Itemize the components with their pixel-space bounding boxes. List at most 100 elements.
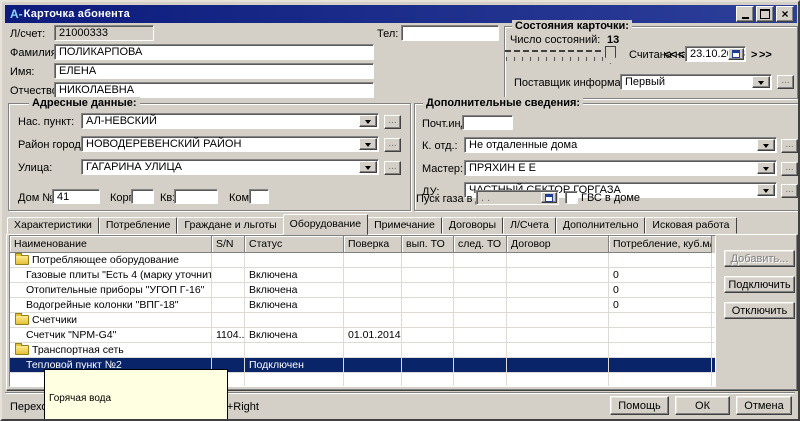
tab-9[interactable]: Исковая работа — [645, 217, 736, 234]
connect-button[interactable]: Подключить — [724, 276, 795, 293]
states-slider[interactable] — [503, 46, 616, 63]
hot-water-tooltip: Горячая вода 01.03.2008 подключен Мощнос… — [44, 369, 228, 421]
settlement-combobox[interactable]: АЛ-НЕВСКИЙ — [81, 113, 379, 129]
district-more-button[interactable]: ... — [384, 138, 401, 152]
subscriber-card-window: А- Карточка абонента Л/счет: 21000333 Фа… — [0, 0, 800, 421]
master-more-button[interactable]: ... — [781, 162, 798, 176]
column-header[interactable]: Потребление, куб.м/ч — [609, 236, 712, 253]
table-row[interactable]: Газовые плиты "Есть 4 (марку уточнить)"В… — [10, 268, 715, 283]
settlement-dropdown-button[interactable] — [359, 115, 377, 127]
street-more-button[interactable]: ... — [384, 161, 401, 175]
table-row[interactable]: Потребляющее оборудование — [10, 253, 715, 268]
house-field[interactable]: 41 — [52, 189, 100, 204]
provider-more-button[interactable]: ... — [777, 75, 794, 89]
slider-thumb[interactable] — [605, 46, 616, 64]
close-button[interactable] — [776, 6, 794, 22]
cell-name: Водогрейные колонки "ВПГ-18" — [10, 298, 212, 312]
cell — [344, 268, 402, 282]
table-row[interactable]: Отопительные приборы "УГОП Г-16"Включена… — [10, 283, 715, 298]
disconnect-button[interactable]: Отключить — [724, 302, 795, 319]
settlement-more-button[interactable]: ... — [384, 115, 401, 129]
ok-button[interactable]: ОК — [675, 396, 730, 415]
column-header[interactable]: Наименование — [10, 236, 212, 253]
gvs-checkbox[interactable] — [565, 191, 578, 204]
provider-combobox[interactable]: Первый — [620, 74, 772, 90]
cell — [344, 313, 402, 327]
master-dropdown-button[interactable] — [757, 162, 775, 174]
minimize-button[interactable] — [736, 6, 754, 22]
titlebar[interactable]: А- Карточка абонента — [5, 5, 797, 23]
kotd-combobox[interactable]: Не отдаленные дома — [464, 137, 777, 153]
kotd-more-button[interactable]: ... — [781, 139, 798, 153]
table-row[interactable]: Счетчик "NPM-G4"1104...Включена01.01.201… — [10, 328, 715, 343]
table-row[interactable]: Транспортная сеть — [10, 343, 715, 358]
corp-field[interactable] — [131, 189, 154, 204]
cell — [212, 253, 245, 267]
tab-1[interactable]: Характеристики — [7, 217, 99, 234]
cell — [402, 283, 454, 297]
tab-2[interactable]: Потребление — [99, 217, 178, 234]
column-header[interactable]: S/N — [212, 236, 245, 253]
tab-5[interactable]: Примечание — [367, 217, 442, 234]
settlement-value: АЛ-НЕВСКИЙ — [86, 115, 157, 127]
read-date-field[interactable]: 23.10.2008 — [685, 46, 746, 62]
cancel-button[interactable]: Отмена — [736, 396, 792, 415]
column-header[interactable]: Поверка — [344, 236, 402, 253]
tooltip-line1: Горячая вода — [49, 393, 223, 404]
lastname-field[interactable]: ПОЛИКАРПОВА — [54, 44, 374, 60]
cell — [344, 283, 402, 297]
district-dropdown-button[interactable] — [359, 138, 377, 150]
cell — [609, 328, 712, 342]
cell: 1104... — [212, 328, 245, 342]
cell — [245, 313, 344, 327]
account-field[interactable]: 21000333 — [54, 25, 154, 41]
add-button[interactable]: Добавить... — [724, 250, 795, 267]
tab-4[interactable]: Оборудование — [283, 214, 368, 235]
master-label: Мастер: — [422, 163, 463, 175]
maximize-button[interactable] — [756, 6, 774, 22]
du-dropdown-button[interactable] — [757, 184, 775, 196]
firstname-field[interactable]: ЕЛЕНА — [54, 63, 374, 79]
date-next-button[interactable]: > — [751, 49, 757, 61]
cell — [344, 298, 402, 312]
date-prev-button[interactable]: < — [678, 49, 684, 61]
help-button[interactable]: Помощь — [610, 396, 669, 415]
du-more-button[interactable]: ... — [781, 184, 798, 198]
cell — [212, 283, 245, 297]
slider-track[interactable] — [505, 50, 604, 52]
cell — [245, 253, 344, 267]
folder-icon — [15, 255, 29, 265]
master-combobox[interactable]: ПРЯХИН Е Е — [464, 160, 777, 176]
phone-label: Тел: — [377, 28, 398, 40]
tab-7[interactable]: Л/Счета — [503, 217, 556, 234]
tab-8[interactable]: Дополнительно — [556, 217, 646, 234]
column-header[interactable]: след. ТО — [454, 236, 507, 253]
gas-calendar-button[interactable] — [541, 192, 557, 203]
table-row[interactable]: Счетчики — [10, 313, 715, 328]
tab-6[interactable]: Договоры — [442, 217, 503, 234]
column-header[interactable]: Договор — [507, 236, 609, 253]
kotd-dropdown-button[interactable] — [757, 139, 775, 151]
date-last-button[interactable]: >> — [759, 49, 772, 61]
street-dropdown-button[interactable] — [359, 161, 377, 173]
tab-3[interactable]: Граждане и льготы — [177, 217, 283, 234]
table-row[interactable]: Водогрейные колонки "ВПГ-18"Включена0 — [10, 298, 715, 313]
column-header[interactable]: Статус — [245, 236, 344, 253]
provider-dropdown-button[interactable] — [752, 76, 770, 88]
settlement-label: Нас. пункт: — [18, 116, 74, 128]
firstname-label: Имя: — [10, 66, 34, 78]
middlename-field[interactable]: НИКОЛАЕВНА — [54, 82, 374, 98]
postindex-field[interactable] — [462, 115, 513, 130]
street-combobox[interactable]: ГАГАРИНА УЛИЦА — [81, 159, 379, 175]
address-group-title: Адресные данные: — [29, 97, 140, 109]
gas-start-date-field[interactable]: . . — [476, 190, 559, 205]
room-field[interactable] — [249, 189, 269, 204]
cell — [454, 268, 507, 282]
district-combobox[interactable]: НОВОДЕРЕВЕНСКИЙ РАЙОН — [81, 136, 379, 152]
maximize-icon — [760, 9, 770, 19]
flat-field[interactable] — [174, 189, 218, 204]
calendar-button[interactable] — [728, 48, 744, 60]
phone-field[interactable] — [401, 25, 499, 41]
column-header[interactable]: вып. ТО — [402, 236, 454, 253]
date-first-button[interactable]: << — [664, 49, 677, 61]
